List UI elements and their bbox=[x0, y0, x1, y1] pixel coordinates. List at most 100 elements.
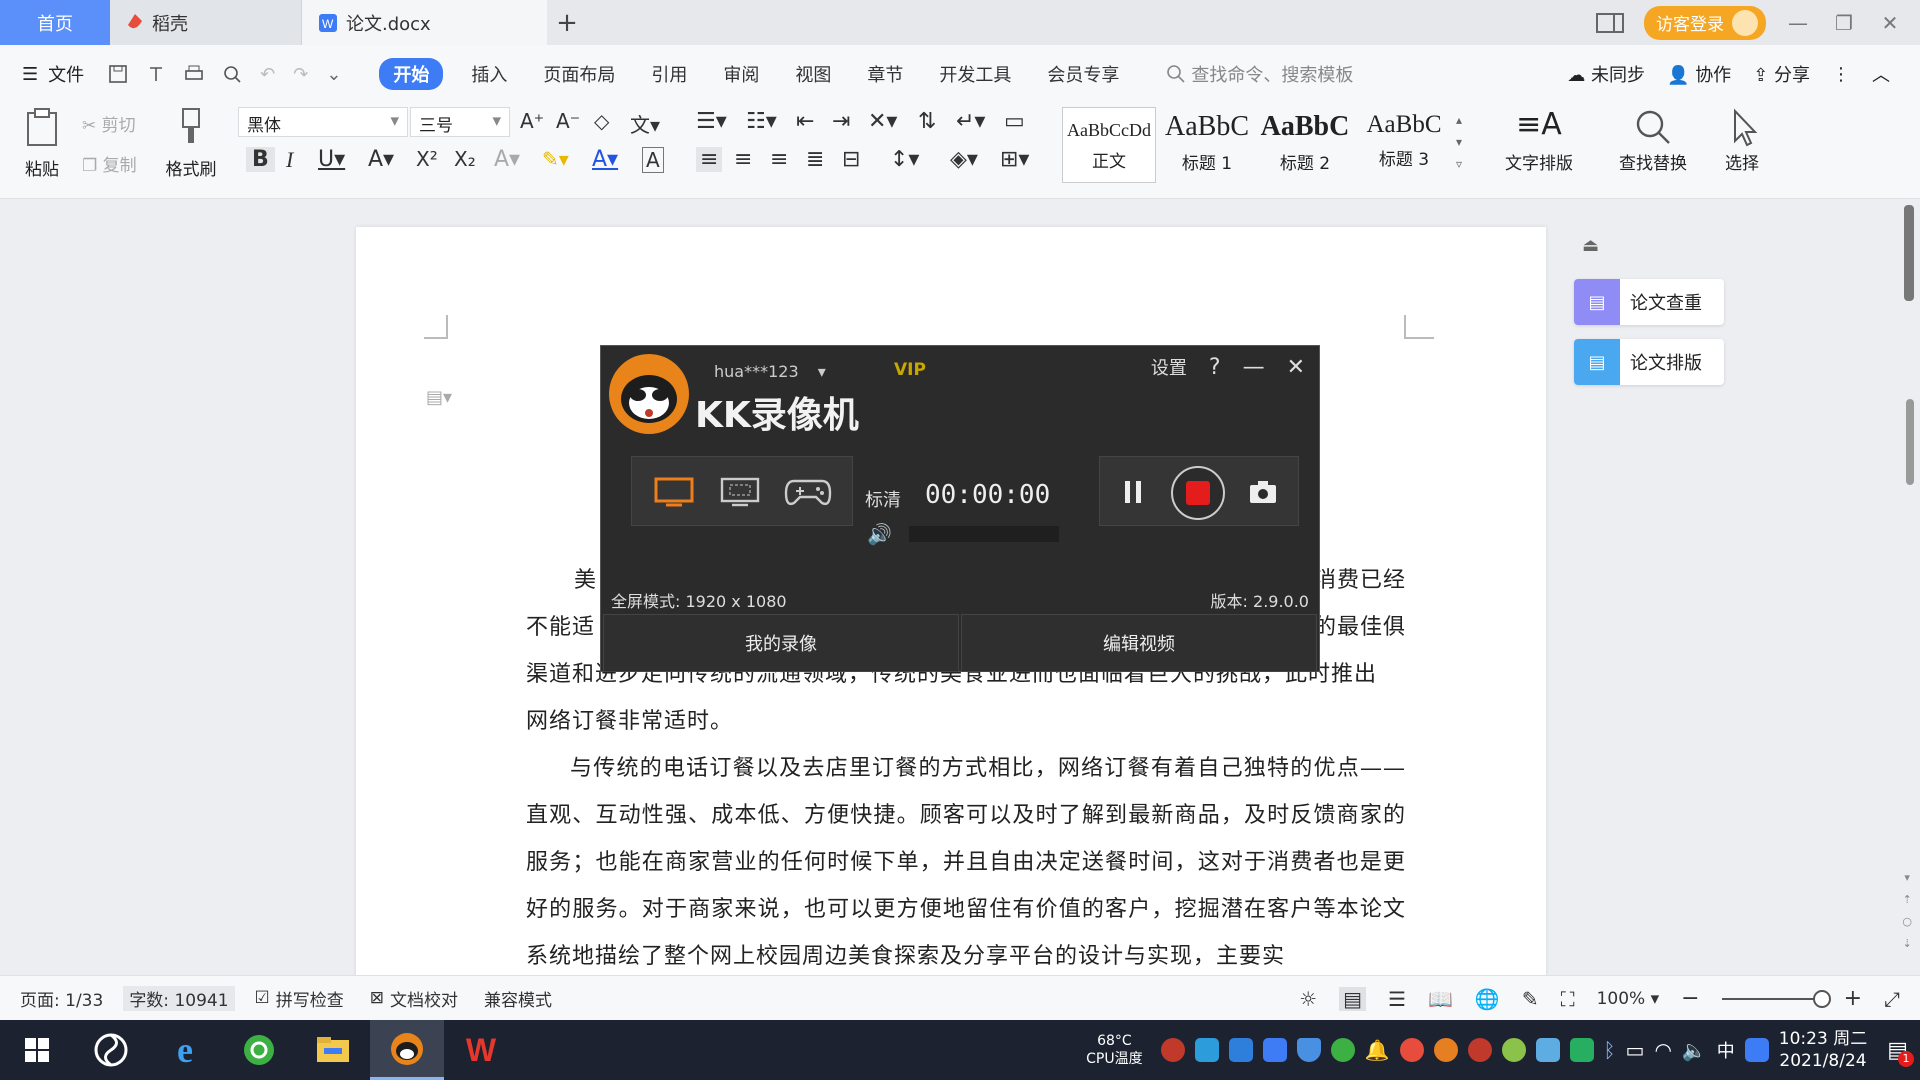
more-icon[interactable]: ⋮ bbox=[1832, 64, 1850, 85]
kk-fullscreen-mode-icon[interactable] bbox=[654, 477, 694, 507]
spell-check-button[interactable]: ☑ 拼写检查 bbox=[249, 986, 350, 1011]
new-tab-button[interactable]: + bbox=[547, 0, 587, 45]
collapse-ribbon-icon[interactable]: ︿ bbox=[1872, 61, 1890, 87]
text-effect-button[interactable]: A▾ bbox=[494, 147, 520, 172]
select-button[interactable]: 选择 bbox=[1710, 107, 1774, 174]
cut-button[interactable]: ✂ 剪切 bbox=[82, 111, 136, 136]
kk-region-mode-icon[interactable] bbox=[720, 477, 760, 507]
menu-item-review[interactable]: 审阅 bbox=[723, 61, 759, 87]
pinwheel-app-icon[interactable] bbox=[74, 1020, 148, 1080]
font-color-button[interactable]: A▾ bbox=[592, 147, 618, 172]
align-center-button[interactable]: ≡ bbox=[734, 147, 752, 172]
menu-item-chapter[interactable]: 章节 bbox=[867, 61, 903, 87]
char-border-button[interactable]: A bbox=[642, 147, 664, 173]
underline-button[interactable]: U▾ bbox=[318, 147, 345, 172]
kk-settings-button[interactable]: 设置 bbox=[1151, 354, 1187, 380]
tray-q-icon[interactable] bbox=[1744, 1038, 1769, 1062]
style-normal[interactable]: AaBbCcDd 正文 bbox=[1062, 107, 1156, 183]
tray-app-blue-icon[interactable] bbox=[1194, 1038, 1219, 1062]
web-view-icon[interactable]: 🌐 bbox=[1475, 987, 1500, 1011]
kk-edit-video-button[interactable]: 编辑视频 bbox=[961, 614, 1317, 672]
format-painter-button[interactable]: 格式刷 bbox=[160, 107, 222, 180]
borders-icon[interactable]: ⊞▾ bbox=[1000, 147, 1029, 172]
action-center-button[interactable]: ▤ 1 bbox=[1887, 1038, 1914, 1067]
wifi-icon[interactable]: ◠ bbox=[1654, 1038, 1671, 1062]
kk-volume-icon[interactable]: 🔊 bbox=[867, 522, 892, 546]
kk-user-menu[interactable]: hua***123 ▾ bbox=[714, 362, 826, 381]
ie-browser-icon[interactable]: e bbox=[148, 1020, 222, 1080]
collab-button[interactable]: 👤 协作 bbox=[1667, 61, 1731, 87]
proofread-button[interactable]: ⊠ 文档校对 bbox=[364, 986, 464, 1011]
fit-page-icon[interactable]: ⛶ bbox=[1561, 987, 1575, 1011]
page-view-icon[interactable]: ▤ bbox=[1339, 986, 1367, 1011]
print-preview-icon[interactable] bbox=[222, 64, 242, 84]
table-tools-icon[interactable]: ▭ bbox=[1004, 109, 1025, 134]
word-count[interactable]: 字数: 10941 bbox=[123, 985, 235, 1011]
panel-collapse-icon[interactable]: ⏏ bbox=[1582, 235, 1599, 256]
subscript-button[interactable]: X₂ bbox=[454, 147, 476, 171]
kk-screenshot-icon[interactable] bbox=[1248, 479, 1278, 505]
page-nav-icons[interactable]: ▾ ⇡ ○ ⇣ bbox=[1902, 867, 1912, 955]
highlight-icon[interactable]: ✎▾ bbox=[542, 147, 569, 171]
tray-app-lightblue-icon[interactable] bbox=[1535, 1038, 1560, 1062]
kk-my-recordings-button[interactable]: 我的录像 bbox=[603, 614, 959, 672]
zoom-slider[interactable] bbox=[1721, 989, 1831, 1008]
menu-item-view[interactable]: 视图 bbox=[795, 61, 831, 87]
menu-item-insert[interactable]: 插入 bbox=[471, 61, 507, 87]
customize-dropdown-icon[interactable]: ⌄ bbox=[326, 64, 341, 85]
tray-qq-icon[interactable] bbox=[1399, 1038, 1424, 1062]
kk-pause-icon[interactable] bbox=[1122, 479, 1144, 505]
write-mode-icon[interactable]: ✎ bbox=[1522, 987, 1539, 1011]
tray-app-red2-icon[interactable] bbox=[1467, 1038, 1492, 1062]
tab-docer[interactable]: 稻壳 bbox=[110, 0, 302, 45]
zoom-out-icon[interactable]: − bbox=[1681, 986, 1699, 1011]
close-icon[interactable]: ✕ bbox=[1876, 11, 1904, 35]
kk-minimize-icon[interactable]: — bbox=[1243, 355, 1265, 380]
bullet-list-icon[interactable]: ☰▾ bbox=[696, 109, 727, 134]
text-layout-button[interactable]: ≡A 文字排版 bbox=[1494, 107, 1584, 174]
reading-view-icon[interactable]: 📖 bbox=[1428, 987, 1453, 1011]
align-left-button[interactable]: ≡ bbox=[696, 147, 723, 172]
tab-home[interactable]: 首页 bbox=[0, 0, 110, 45]
decrease-indent-icon[interactable]: ⇤ bbox=[796, 109, 814, 134]
kk-quality-select[interactable]: 标清 bbox=[865, 486, 901, 512]
font-name-select[interactable]: 黑体 ▾ bbox=[238, 107, 408, 137]
phonetic-icon[interactable]: 文▾ bbox=[630, 109, 660, 138]
shading-icon[interactable]: ◈▾ bbox=[950, 147, 978, 172]
guest-login-button[interactable]: 访客登录 bbox=[1644, 5, 1766, 40]
menu-item-member[interactable]: 会员专享 bbox=[1047, 61, 1119, 87]
battery-icon[interactable]: ▭ bbox=[1626, 1038, 1645, 1062]
justify-button[interactable]: ≣ bbox=[806, 147, 824, 172]
show-marks-icon[interactable]: ↵▾ bbox=[956, 109, 985, 134]
font-size-select[interactable]: 三号 ▾ bbox=[410, 107, 510, 137]
file-explorer-icon[interactable] bbox=[296, 1020, 370, 1080]
sort-icon[interactable]: ⇅ bbox=[918, 109, 936, 134]
numbered-list-icon[interactable]: ☷▾ bbox=[746, 109, 777, 134]
save-icon[interactable] bbox=[108, 64, 128, 84]
format-icon[interactable] bbox=[146, 64, 166, 84]
shield-icon[interactable] bbox=[1296, 1038, 1321, 1062]
bluetooth-icon[interactable]: ᛒ bbox=[1604, 1038, 1616, 1062]
tray-app-orange-icon[interactable] bbox=[1433, 1038, 1458, 1062]
tray-nvidia-icon[interactable] bbox=[1569, 1038, 1594, 1062]
tray-app-blue2-icon[interactable] bbox=[1228, 1038, 1253, 1062]
ime-indicator[interactable]: 中 bbox=[1717, 1037, 1735, 1063]
redo-icon[interactable]: ↷ bbox=[293, 64, 308, 85]
tray-app-red-icon[interactable] bbox=[1160, 1038, 1185, 1062]
menu-item-references[interactable]: 引用 bbox=[651, 61, 687, 87]
layout-toggle-icon[interactable] bbox=[1596, 12, 1626, 34]
speaker-icon[interactable]: 🔈 bbox=[1682, 1038, 1707, 1062]
shrink-font-icon[interactable]: A⁻ bbox=[556, 109, 580, 133]
wps-taskbar-icon[interactable]: W bbox=[444, 1020, 518, 1080]
command-search[interactable]: 查找命令、搜索模板 bbox=[1167, 61, 1353, 87]
restore-icon[interactable]: ❐ bbox=[1830, 11, 1858, 35]
menu-item-developer[interactable]: 开发工具 bbox=[939, 61, 1011, 87]
zoom-slider-knob[interactable] bbox=[1812, 989, 1831, 1008]
style-scroll-icon[interactable]: ▴ ▾ ▿ bbox=[1456, 109, 1462, 175]
kk-game-mode-icon[interactable] bbox=[784, 475, 832, 509]
paper-layout-button[interactable]: ▤ 论文排版 bbox=[1574, 339, 1724, 385]
paper-check-button[interactable]: ▤ 论文查重 bbox=[1574, 279, 1724, 325]
cpu-temp-widget[interactable]: 68°C CPU温度 bbox=[1086, 1032, 1142, 1068]
360-browser-icon[interactable] bbox=[222, 1020, 296, 1080]
eye-protection-icon[interactable]: ☼ bbox=[1299, 987, 1317, 1011]
